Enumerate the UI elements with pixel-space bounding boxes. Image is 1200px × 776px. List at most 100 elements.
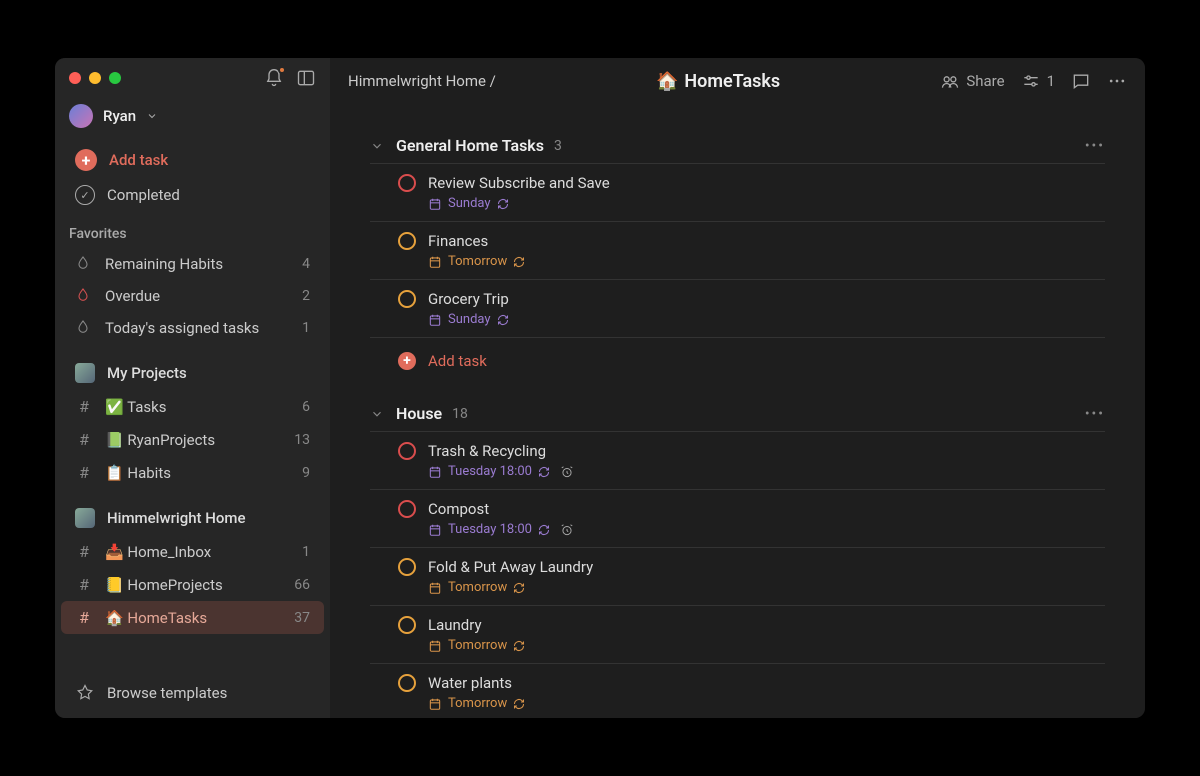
sidebar-item-count: 13 [294,432,310,448]
filter-icon [75,319,93,337]
window-close-button[interactable] [69,72,81,84]
project-name: HomeTasks [684,71,780,92]
chevron-down-icon [370,139,386,153]
sidebar-item-label: 📥 Home_Inbox [105,543,211,561]
task-row[interactable]: Finances Tomorrow [370,222,1105,280]
section-add-task-button[interactable]: +Add task [370,338,1105,376]
user-menu[interactable]: Ryan [55,98,330,142]
share-button[interactable]: Share [940,71,1004,91]
task-checkbox[interactable] [398,442,416,460]
task-title: Grocery Trip [428,290,509,308]
recurring-icon [513,640,525,652]
task-row[interactable]: Grocery Trip Sunday [370,280,1105,338]
recurring-icon [513,698,525,710]
project-title[interactable]: 🏠 HomeTasks [656,71,780,92]
task-title: Fold & Put Away Laundry [428,558,593,576]
task-checkbox[interactable] [398,500,416,518]
sidebar-project-item[interactable]: # 📗 RyanProjects 13 [61,423,324,456]
hash-icon: # [75,463,93,482]
task-date: Tomorrow [448,254,507,269]
notifications-icon[interactable] [264,68,284,88]
workspace-header[interactable]: My Projects [61,356,324,390]
sidebar-item-count: 2 [302,288,310,304]
sidebar-item-label: 📋 Habits [105,464,171,482]
calendar-icon [428,255,442,269]
sidebar-item-label: Overdue [105,287,160,305]
sidebar-favorite-item[interactable]: Remaining Habits 4 [61,248,324,280]
sidebar-item-label: 📒 HomeProjects [105,576,223,594]
sidebar-item-count: 37 [294,610,310,626]
filter-count: 1 [1047,72,1055,90]
user-name: Ryan [103,107,136,125]
task-row[interactable]: Laundry Tomorrow [370,606,1105,664]
sidebar-project-item[interactable]: # ✅ Tasks 6 [61,390,324,423]
notification-dot [278,66,286,74]
task-row[interactable]: Water plants Tomorrow [370,664,1105,718]
recurring-icon [513,582,525,594]
plus-icon: + [75,149,97,171]
workspace-header[interactable]: Himmelwright Home [61,501,324,535]
task-checkbox[interactable] [398,674,416,692]
chevron-down-icon [146,110,158,122]
add-task-label: Add task [109,151,168,169]
task-checkbox[interactable] [398,232,416,250]
section-header[interactable]: House 18 ••• [370,396,1105,431]
task-row[interactable]: Compost Tuesday 18:00 [370,490,1105,548]
section-header[interactable]: General Home Tasks 3 ••• [370,128,1105,163]
sidebar-favorite-item[interactable]: Today's assigned tasks 1 [61,312,324,344]
sidebar-project-item[interactable]: # 📋 Habits 9 [61,456,324,489]
task-title: Compost [428,500,489,518]
sidebar-project-item[interactable]: # 🏠 HomeTasks 37 [61,601,324,634]
task-title: Water plants [428,674,512,692]
section: House 18 ••• Trash & Recycling Tuesday 1… [370,396,1105,718]
workspace-name: My Projects [107,364,187,382]
calendar-icon [428,581,442,595]
task-checkbox[interactable] [398,174,416,192]
sidebar-toggle-icon[interactable] [296,68,316,88]
window-minimize-button[interactable] [89,72,101,84]
completed-link[interactable]: ✓ Completed [61,178,324,212]
task-title: Review Subscribe and Save [428,174,610,192]
task-title: Laundry [428,616,482,634]
task-checkbox[interactable] [398,616,416,634]
task-meta: Tomorrow [398,580,1105,595]
workspace-avatar [75,363,95,383]
content-area: General Home Tasks 3 ••• Review Subscrib… [330,104,1145,718]
sidebar-project-item[interactable]: # 📒 HomeProjects 66 [61,568,324,601]
sidebar-item-label: 📗 RyanProjects [105,431,215,449]
task-row[interactable]: Trash & Recycling Tuesday 18:00 [370,431,1105,490]
filter-icon [75,255,93,273]
sidebar-project-item[interactable]: # 📥 Home_Inbox 1 [61,535,324,568]
task-checkbox[interactable] [398,558,416,576]
sidebar-item-count: 9 [302,465,310,481]
task-row[interactable]: Review Subscribe and Save Sunday [370,163,1105,222]
task-meta: Tuesday 18:00 [398,522,1105,537]
sidebar-item-count: 4 [302,256,310,272]
calendar-icon [428,639,442,653]
section-more-icon[interactable]: ••• [1085,138,1105,154]
window-maximize-button[interactable] [109,72,121,84]
view-options-button[interactable]: 1 [1021,71,1055,91]
sidebar-item-count: 1 [302,544,310,560]
section-count: 3 [554,138,562,154]
section-more-icon[interactable]: ••• [1085,406,1105,422]
workspace-name: Himmelwright Home [107,509,246,527]
task-checkbox[interactable] [398,290,416,308]
recurring-icon [497,314,509,326]
calendar-icon [428,313,442,327]
add-task-button[interactable]: + Add task [61,142,324,178]
breadcrumb[interactable]: Himmelwright Home / [348,72,496,90]
task-row[interactable]: Fold & Put Away Laundry Tomorrow [370,548,1105,606]
alarm-icon [556,523,574,537]
calendar-icon [428,697,442,711]
comments-icon[interactable] [1071,71,1091,91]
more-icon[interactable] [1107,71,1127,91]
task-date: Tomorrow [448,696,507,711]
task-meta: Tuesday 18:00 [398,464,1105,479]
sidebar-favorite-item[interactable]: Overdue 2 [61,280,324,312]
browse-templates-link[interactable]: Browse templates [61,676,324,710]
templates-icon [75,683,95,703]
task-title: Finances [428,232,488,250]
recurring-icon [538,466,550,478]
app-window: Ryan + Add task ✓ Completed Favorites Re… [55,58,1145,718]
